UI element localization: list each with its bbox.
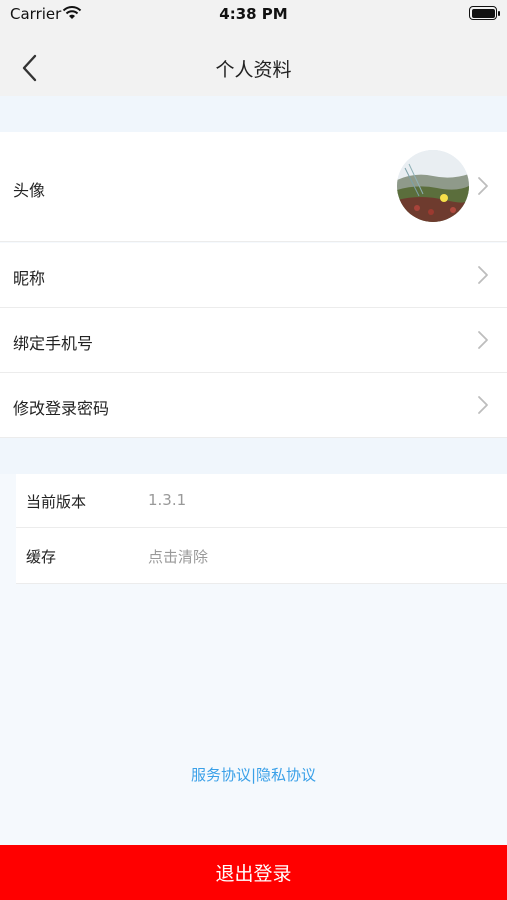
section-gap <box>0 438 507 474</box>
section-gap <box>0 96 507 132</box>
change-password-label: 修改登录密码 <box>13 399 110 418</box>
version-label: 当前版本 <box>26 493 87 511</box>
chevron-right-icon <box>478 331 488 349</box>
avatar <box>397 150 469 222</box>
service-agreement-link[interactable]: 服务协议 <box>191 766 251 784</box>
chevron-right-icon <box>478 396 488 414</box>
nickname-label: 昵称 <box>13 269 46 288</box>
nickname-row[interactable]: 昵称 <box>0 243 507 308</box>
clear-cache-button[interactable]: 点击清除 <box>148 546 208 567</box>
bind-phone-row[interactable]: 绑定手机号 <box>0 308 507 373</box>
chevron-right-icon <box>478 266 488 284</box>
agreement-links: 服务协议|隐私协议 <box>0 764 507 785</box>
bind-phone-label: 绑定手机号 <box>13 334 94 353</box>
avatar-label: 头像 <box>13 181 46 200</box>
page-title: 个人资料 <box>215 59 292 81</box>
version-row: 当前版本 1.3.1 <box>16 474 507 528</box>
cache-label: 缓存 <box>26 548 57 566</box>
avatar-row[interactable]: 头像 <box>0 132 507 242</box>
clock: 4:38 PM <box>219 5 288 23</box>
privacy-agreement-link[interactable]: 隐私协议 <box>256 766 316 784</box>
avatar-image <box>397 150 469 222</box>
info-section: 当前版本 1.3.1 缓存 点击清除 <box>16 474 507 584</box>
logout-button[interactable]: 退出登录 <box>0 845 507 900</box>
change-password-row[interactable]: 修改登录密码 <box>0 373 507 438</box>
status-bar: Carrier 4:38 PM <box>0 0 507 40</box>
chevron-right-icon <box>478 177 488 195</box>
nav-bar: 个人资料 <box>0 40 507 96</box>
cache-row[interactable]: 缓存 点击清除 <box>16 528 507 584</box>
battery-icon <box>469 6 500 20</box>
version-value: 1.3.1 <box>148 491 187 509</box>
